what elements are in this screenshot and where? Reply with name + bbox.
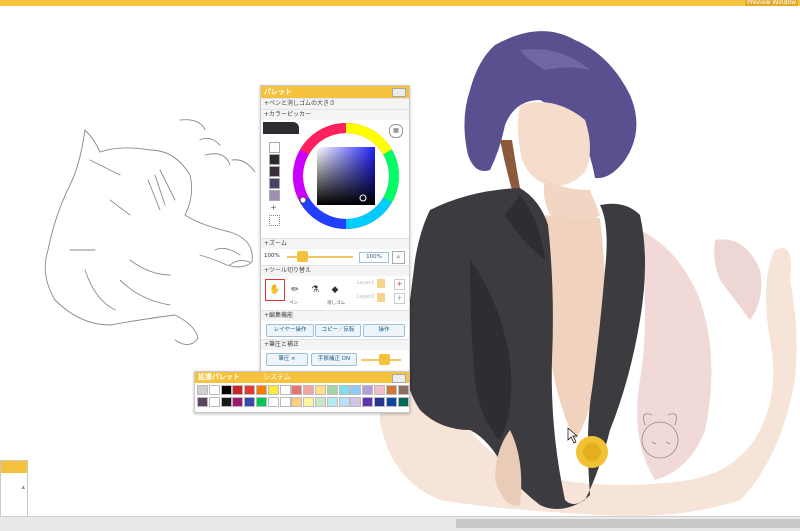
palette-color-cell[interactable] [256,397,267,407]
palette-color-cell[interactable] [385,385,397,395]
palette-color-cell[interactable] [326,385,338,395]
palette-color-cell[interactable] [279,397,291,407]
left-dock-title[interactable] [1,461,27,473]
swatch-black[interactable] [269,154,280,165]
palette-color-cell[interactable] [362,385,374,395]
palette-color-cell[interactable] [350,385,362,395]
section-brush-size[interactable]: +ペンと消しゴムの大きさ [261,98,409,109]
palette-color-cell[interactable] [315,397,326,407]
palette-color-cell[interactable] [338,385,350,395]
layer-remove-icon[interactable]: + [394,293,405,304]
copy-flip-button[interactable]: コピー／反転 [315,324,361,337]
palette-color-cell[interactable] [220,397,232,407]
palette-color-cell[interactable] [232,385,244,395]
palette-color-cell[interactable] [267,397,279,407]
operation-button[interactable]: 操作 [363,324,405,337]
color-wheel[interactable] [290,120,402,232]
zoom-search-icon[interactable]: ⌕ [392,251,405,264]
stabilizer-button[interactable]: 手振補正 ON [311,353,357,366]
palette-title-text: パレット [264,88,292,96]
palette-color-cell[interactable] [244,385,256,395]
picker-mode-icon[interactable]: ▦ [389,124,403,138]
palette-color-cell[interactable] [220,385,232,395]
palette-color-cell[interactable] [208,397,220,407]
section-color-picker[interactable]: +カラーピッカー [261,109,409,120]
left-dock-panel: ▴ [0,460,28,520]
layer-add-icon[interactable]: + [394,279,405,290]
palette-color-cell[interactable] [338,397,350,407]
section-pressure[interactable]: +筆圧と補正 [261,339,409,350]
palette-panel-title[interactable]: パレット [261,86,409,98]
palette-color-cell[interactable] [244,397,256,407]
palette-color-cell[interactable] [291,397,303,407]
swatch-dark[interactable] [269,166,280,177]
pen-tool-label: ペン [289,301,298,306]
extended-palette-grid [195,383,409,409]
palette-color-cell[interactable] [326,397,338,407]
section-edit[interactable]: +編集機能 [261,310,409,321]
palette-minimize-button[interactable] [392,88,406,97]
palette-color-cell[interactable] [197,397,208,407]
section-zoom[interactable]: +ズーム [261,238,409,249]
extended-palette-minimize-button[interactable] [392,374,406,383]
pressure-button[interactable]: 筆圧 × [266,353,308,366]
layer-2-thumb[interactable] [377,293,385,302]
horizontal-scrollbar-thumb[interactable] [456,519,800,528]
swatch-purple[interactable] [269,178,280,189]
palette-color-cell[interactable] [397,397,409,407]
zoom-input[interactable]: 100% [359,252,389,263]
left-dock-scroll-icon[interactable]: ▴ [21,483,25,491]
palette-color-cell[interactable] [197,385,208,395]
palette-color-cell[interactable] [256,385,267,395]
tool-row: ✋ ✏ ペン ⚗ ◆ 消しゴム Layer1 Layer2 + + [261,276,409,310]
palette-panel: パレット +ペンと消しゴムの大きさ +カラーピッカー + ▦ +ズーム 100%… [260,85,410,383]
palette-color-cell[interactable] [208,385,220,395]
extended-palette-panel: 拡張パレット システム [194,371,410,413]
palette-color-cell[interactable] [303,385,315,395]
artwork-cat-sketch [44,119,256,345]
add-swatch-icon[interactable]: + [269,203,278,212]
eraser-tool-icon[interactable]: ◆ [325,279,345,301]
swatch-lavender[interactable] [269,190,280,201]
pen-tool-icon[interactable]: ✏ [285,279,305,301]
palette-color-cell[interactable] [279,385,291,395]
extended-palette-title-text: 拡張パレット [198,373,240,381]
layer-op-button[interactable]: レイヤー操作 [266,324,314,337]
palette-color-cell[interactable] [267,385,279,395]
dropper-tool-icon[interactable]: ⚗ [305,279,325,301]
grid-swatch-icon[interactable] [269,215,280,226]
layer-1-label[interactable]: Layer1 [357,280,374,286]
zoom-slider-thumb[interactable] [297,251,309,262]
palette-color-cell[interactable] [397,385,409,395]
horizontal-scrollbar[interactable] [0,516,800,531]
eraser-tool-label: 消しゴム [327,301,345,306]
layer-2-label[interactable]: Layer2 [357,294,374,300]
palette-color-cell[interactable] [385,397,397,407]
palette-color-cell[interactable] [232,397,244,407]
color-picker-area: + ▦ [261,120,409,240]
palette-color-cell[interactable] [362,397,374,407]
extended-palette-title[interactable]: 拡張パレット システム [195,372,409,383]
section-tool-switch[interactable]: +ツール切り替え [261,265,409,276]
palette-color-cell[interactable] [303,397,315,407]
palette-color-cell[interactable] [315,385,326,395]
hand-tool-icon[interactable]: ✋ [265,279,285,301]
palette-color-cell[interactable] [291,385,303,395]
stabilizer-slider-thumb[interactable] [379,354,390,365]
palette-color-cell[interactable] [374,397,385,407]
swatch-white[interactable] [269,142,280,153]
layer-1-thumb[interactable] [377,279,385,288]
palette-color-cell[interactable] [350,397,362,407]
zoom-value-label: 100% [264,253,280,259]
system-label: システム [263,373,291,381]
palette-color-cell[interactable] [374,385,385,395]
zoom-row: 100% 100% ⌕ [261,249,409,265]
